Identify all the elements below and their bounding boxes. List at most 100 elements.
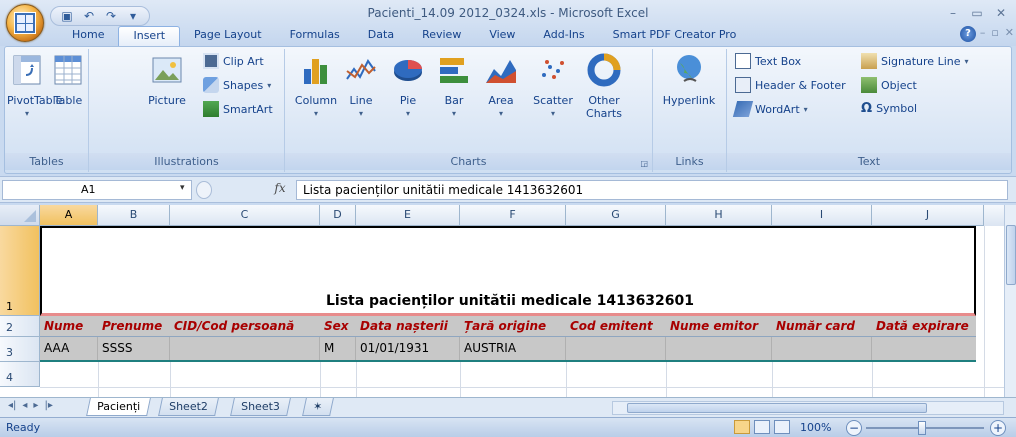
worksheet-grid[interactable]: A B C D E F G H I J 1 2 3 4 Lista pacien… [0,205,1004,397]
workbook-close-icon[interactable]: ✕ [1005,26,1014,39]
object-button[interactable]: Object [861,77,917,93]
tab-review[interactable]: Review [408,26,475,46]
minimize-icon[interactable]: – [942,4,964,22]
name-box-dropdown-icon[interactable]: ▾ [180,183,185,193]
zoom-out-icon[interactable]: − [846,420,862,436]
vertical-scrollbar[interactable] [1004,205,1016,397]
title-cell-a1[interactable]: Lista pacienților unitătii medicale 1413… [40,226,976,316]
col-header-c[interactable]: C [170,205,320,226]
tab-formulas[interactable]: Formulas [276,26,354,46]
formula-input[interactable]: Lista pacienților unitătii medicale 1413… [296,180,1008,200]
area-chart-button[interactable]: Area ▾ [481,53,521,120]
workbook-minimize-icon[interactable]: – [980,26,986,39]
textbox-button[interactable]: Text Box [735,53,801,69]
zoom-level[interactable]: 100% [800,421,831,434]
row-header-1[interactable]: 1 [0,226,40,316]
col-header-d[interactable]: D [320,205,356,226]
header-cell[interactable]: Data nașterii [356,316,460,337]
zoom-knob[interactable] [918,421,926,435]
last-sheet-icon[interactable]: |▸ [44,400,52,411]
data-cell[interactable] [872,337,976,360]
header-cell[interactable]: Țară origine [460,316,566,337]
symbol-button[interactable]: Ω Symbol [861,101,917,116]
data-cell[interactable] [772,337,872,360]
picture-button[interactable]: Picture [145,53,189,107]
name-box[interactable]: A1 [2,180,192,200]
tab-insert[interactable]: Insert [118,26,181,46]
col-header-b[interactable]: B [98,205,170,226]
zoom-in-icon[interactable]: + [990,420,1006,436]
page-break-view-icon[interactable] [774,420,790,434]
row-header-4[interactable]: 4 [0,362,40,387]
workbook-restore-icon[interactable]: ▫ [991,26,998,39]
shapes-button[interactable]: Shapes ▾ [203,77,271,93]
header-cell[interactable]: Nume emitor [666,316,772,337]
line-chart-button[interactable]: Line ▾ [341,53,381,120]
sheet-tab-sheet2[interactable]: Sheet2 [158,398,219,416]
table-row: AAA SSSS M 01/01/1931 AUSTRIA [40,337,976,362]
tab-home[interactable]: Home [58,26,118,46]
data-cell[interactable]: AAA [40,337,98,360]
vertical-scroll-thumb[interactable] [1006,225,1016,285]
data-cell[interactable]: AUSTRIA [460,337,566,360]
pivottable-button[interactable]: PivotTable ▾ [7,53,62,120]
col-header-g[interactable]: G [566,205,666,226]
tab-add-ins[interactable]: Add-Ins [529,26,598,46]
header-cell[interactable]: Dată expirare [872,316,976,337]
select-all-corner[interactable] [0,205,40,226]
page-layout-view-icon[interactable] [754,420,770,434]
close-icon[interactable]: ✕ [990,4,1012,22]
insert-sheet-icon[interactable]: ✶ [302,398,334,416]
col-header-h[interactable]: H [666,205,772,226]
data-cell[interactable] [566,337,666,360]
maximize-icon[interactable]: ▭ [966,4,988,22]
column-chart-button[interactable]: Column ▾ [293,53,339,120]
data-cell[interactable] [170,337,320,360]
pie-chart-button[interactable]: Pie ▾ [389,53,427,120]
row-header-2[interactable]: 2 [0,316,40,337]
tab-page-layout[interactable]: Page Layout [180,26,276,46]
tab-view[interactable]: View [475,26,529,46]
prev-sheet-icon[interactable]: ◂ [22,400,27,411]
next-sheet-icon[interactable]: ▸ [33,400,38,411]
expand-formula-bar-icon[interactable] [196,181,212,199]
header-cell[interactable]: Prenume [98,316,170,337]
sheet-tab-sheet3[interactable]: Sheet3 [230,398,291,416]
scatter-chart-button[interactable]: Scatter ▾ [531,53,575,120]
data-cell[interactable]: M [320,337,356,360]
col-header-a[interactable]: A [40,205,98,226]
data-cell[interactable]: SSSS [98,337,170,360]
row-header-3[interactable]: 3 [0,337,40,362]
header-cell[interactable]: CID/Cod persoană [170,316,320,337]
sheet-tab-pacienti[interactable]: Pacienți [86,398,152,416]
first-sheet-icon[interactable]: ◂| [8,400,16,411]
clipart-button[interactable]: Clip Art [203,53,264,69]
header-cell[interactable]: Nume [40,316,98,337]
smartart-button[interactable]: SmartArt [203,101,273,117]
wordart-button[interactable]: WordArt ▾ [732,101,808,117]
help-icon[interactable]: ? [960,26,976,42]
col-header-f[interactable]: F [460,205,566,226]
hyperlink-button[interactable]: Hyperlink [657,53,721,107]
signature-line-button[interactable]: Signature Line ▾ [861,53,969,69]
col-header-j[interactable]: J [872,205,984,226]
col-header-i[interactable]: I [772,205,872,226]
horizontal-scroll-thumb[interactable] [627,403,927,413]
horizontal-scrollbar[interactable] [612,401,1004,415]
header-footer-button[interactable]: Header & Footer [735,77,846,93]
other-charts-button[interactable]: Other Charts [579,53,629,120]
col-header-e[interactable]: E [356,205,460,226]
charts-dialog-launcher-icon[interactable]: ◲ [640,159,648,168]
tab-data[interactable]: Data [354,26,408,46]
normal-view-icon[interactable] [734,420,750,434]
insert-function-icon[interactable]: fx [266,181,294,199]
header-cell[interactable]: Număr card [772,316,872,337]
data-cell[interactable]: 01/01/1931 [356,337,460,360]
zoom-slider[interactable]: − + [846,420,1006,436]
header-cell[interactable]: Sex [320,316,356,337]
header-cell[interactable]: Cod emitent [566,316,666,337]
tab-smart-pdf[interactable]: Smart PDF Creator Pro [599,26,751,46]
data-cell[interactable] [666,337,772,360]
table-button[interactable]: Table [49,53,87,107]
bar-chart-button[interactable]: Bar ▾ [435,53,473,120]
